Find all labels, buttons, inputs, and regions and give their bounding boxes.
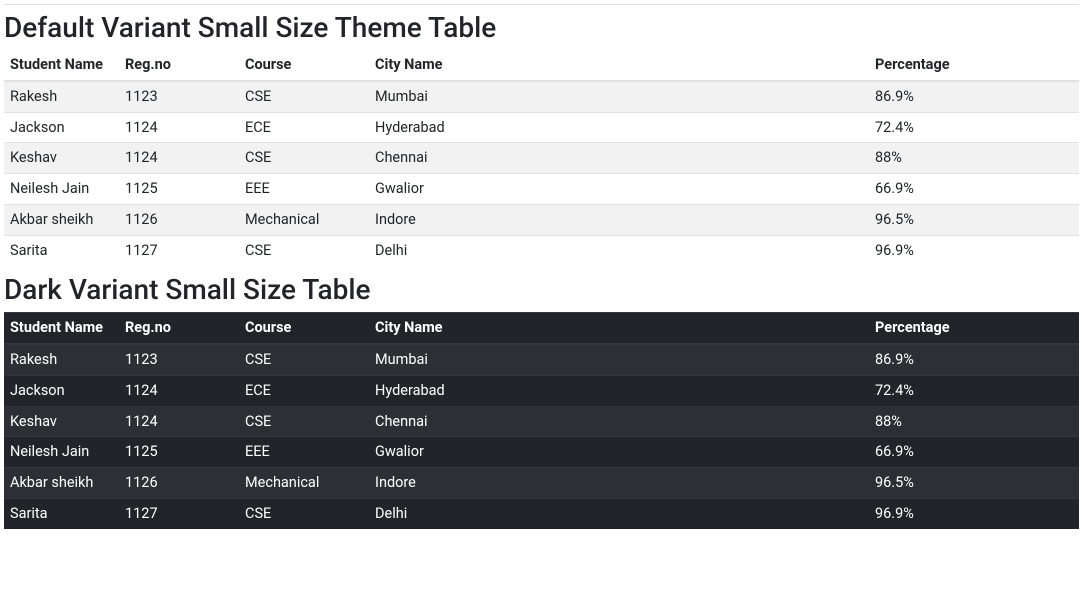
cell-pct: 96.5% <box>869 204 1079 235</box>
table-row: Keshav 1124 CSE Chennai 88% <box>4 406 1079 437</box>
cell-city: Chennai <box>369 143 869 174</box>
cell-pct: 96.9% <box>869 498 1079 528</box>
heading-dark-variant: Dark Variant Small Size Table <box>4 273 1079 306</box>
col-city-name: City Name <box>369 313 869 344</box>
table-row: Akbar sheikh 1126 Mechanical Indore 96.5… <box>4 468 1079 499</box>
cell-reg: 1124 <box>119 112 239 143</box>
cell-course: Mechanical <box>239 468 369 499</box>
cell-pct: 88% <box>869 406 1079 437</box>
header-row: Student Name Reg.no Course City Name Per… <box>4 313 1079 344</box>
cell-reg: 1124 <box>119 406 239 437</box>
col-course: Course <box>239 50 369 81</box>
table-row: Neilesh Jain 1125 EEE Gwalior 66.9% <box>4 174 1079 205</box>
col-city-name: City Name <box>369 50 869 81</box>
table-dark: Student Name Reg.no Course City Name Per… <box>4 312 1079 528</box>
table-row: Rakesh 1123 CSE Mumbai 86.9% <box>4 344 1079 375</box>
table-row: Rakesh 1123 CSE Mumbai 86.9% <box>4 81 1079 112</box>
cell-course: CSE <box>239 143 369 174</box>
cell-course: CSE <box>239 498 369 528</box>
cell-pct: 66.9% <box>869 174 1079 205</box>
cell-course: ECE <box>239 112 369 143</box>
cell-course: ECE <box>239 375 369 406</box>
cell-reg: 1126 <box>119 204 239 235</box>
col-reg-no: Reg.no <box>119 313 239 344</box>
cell-course: CSE <box>239 406 369 437</box>
cell-course: CSE <box>239 344 369 375</box>
cell-pct: 72.4% <box>869 112 1079 143</box>
cell-city: Gwalior <box>369 174 869 205</box>
cell-city: Hyderabad <box>369 375 869 406</box>
cell-reg: 1127 <box>119 498 239 528</box>
header-row: Student Name Reg.no Course City Name Per… <box>4 50 1079 81</box>
cell-reg: 1126 <box>119 468 239 499</box>
cell-course: Mechanical <box>239 204 369 235</box>
cell-reg: 1124 <box>119 143 239 174</box>
cell-course: CSE <box>239 81 369 112</box>
table-row: Sarita 1127 CSE Delhi 96.9% <box>4 498 1079 528</box>
table-row: Neilesh Jain 1125 EEE Gwalior 66.9% <box>4 437 1079 468</box>
heading-default-variant: Default Variant Small Size Theme Table <box>4 11 1079 44</box>
cell-name: Neilesh Jain <box>4 437 119 468</box>
cell-name: Jackson <box>4 112 119 143</box>
cell-name: Sarita <box>4 235 119 265</box>
cell-name: Keshav <box>4 406 119 437</box>
cell-pct: 86.9% <box>869 344 1079 375</box>
cell-city: Indore <box>369 204 869 235</box>
cell-pct: 66.9% <box>869 437 1079 468</box>
table-row: Keshav 1124 CSE Chennai 88% <box>4 143 1079 174</box>
cell-pct: 96.9% <box>869 235 1079 265</box>
cell-pct: 72.4% <box>869 375 1079 406</box>
cell-city: Mumbai <box>369 81 869 112</box>
table-default: Student Name Reg.no Course City Name Per… <box>4 50 1079 265</box>
cell-name: Jackson <box>4 375 119 406</box>
cell-name: Akbar sheikh <box>4 468 119 499</box>
col-percentage: Percentage <box>869 313 1079 344</box>
table-body-light: Rakesh 1123 CSE Mumbai 86.9% Jackson 112… <box>4 81 1079 266</box>
table-header: Student Name Reg.no Course City Name Per… <box>4 313 1079 344</box>
col-reg-no: Reg.no <box>119 50 239 81</box>
col-course: Course <box>239 313 369 344</box>
cell-pct: 88% <box>869 143 1079 174</box>
cell-reg: 1124 <box>119 375 239 406</box>
table-body-dark: Rakesh 1123 CSE Mumbai 86.9% Jackson 112… <box>4 344 1079 529</box>
table-row: Jackson 1124 ECE Hyderabad 72.4% <box>4 112 1079 143</box>
col-percentage: Percentage <box>869 50 1079 81</box>
cell-city: Gwalior <box>369 437 869 468</box>
cell-city: Mumbai <box>369 344 869 375</box>
cell-course: CSE <box>239 235 369 265</box>
cell-city: Indore <box>369 468 869 499</box>
cell-pct: 86.9% <box>869 81 1079 112</box>
col-student-name: Student Name <box>4 50 119 81</box>
cell-reg: 1125 <box>119 437 239 468</box>
cell-reg: 1127 <box>119 235 239 265</box>
table-row: Sarita 1127 CSE Delhi 96.9% <box>4 235 1079 265</box>
cell-name: Sarita <box>4 498 119 528</box>
cell-name: Neilesh Jain <box>4 174 119 205</box>
cell-name: Keshav <box>4 143 119 174</box>
cell-course: EEE <box>239 437 369 468</box>
col-student-name: Student Name <box>4 313 119 344</box>
cell-name: Akbar sheikh <box>4 204 119 235</box>
cell-reg: 1125 <box>119 174 239 205</box>
cell-reg: 1123 <box>119 81 239 112</box>
table-row: Akbar sheikh 1126 Mechanical Indore 96.5… <box>4 204 1079 235</box>
cell-course: EEE <box>239 174 369 205</box>
cell-city: Chennai <box>369 406 869 437</box>
table-row: Jackson 1124 ECE Hyderabad 72.4% <box>4 375 1079 406</box>
cell-city: Hyderabad <box>369 112 869 143</box>
cell-name: Rakesh <box>4 344 119 375</box>
table-header: Student Name Reg.no Course City Name Per… <box>4 50 1079 81</box>
cell-reg: 1123 <box>119 344 239 375</box>
cell-pct: 96.5% <box>869 468 1079 499</box>
cell-city: Delhi <box>369 498 869 528</box>
cell-city: Delhi <box>369 235 869 265</box>
cell-name: Rakesh <box>4 81 119 112</box>
